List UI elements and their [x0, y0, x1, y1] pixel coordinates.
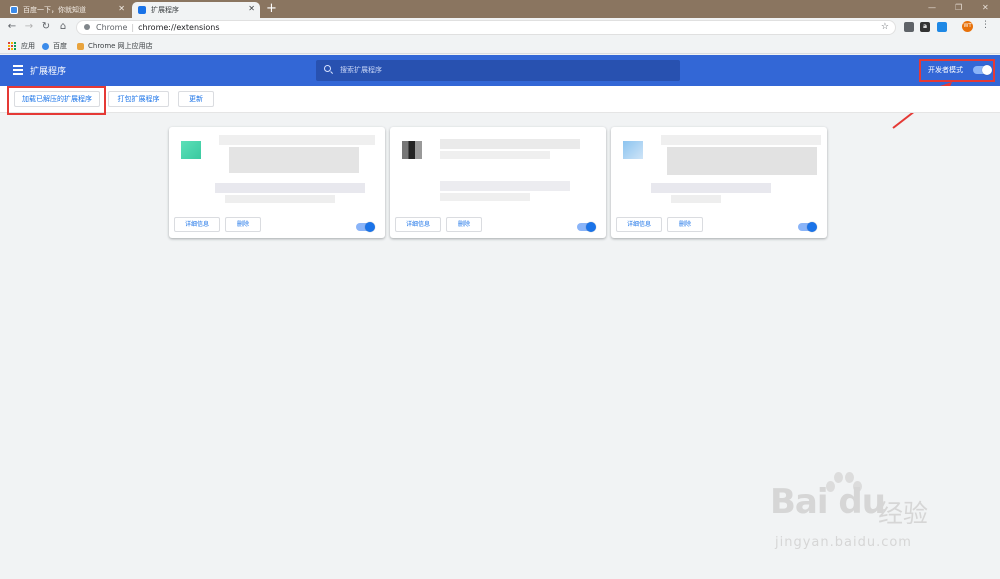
tab-close-icon[interactable]: ✕ [248, 5, 255, 13]
home-icon[interactable]: ⌂ [56, 20, 70, 34]
extensions-header: 扩展程序 开发者模式 [0, 55, 1000, 86]
search-box[interactable] [316, 60, 680, 81]
bookmark-apps[interactable]: 应用 [8, 41, 35, 51]
close-window-button[interactable]: ✕ [982, 3, 989, 12]
browser-titlebar: 百度一下，你就知道 ✕ 扩展程序 ✕ + — ❐ ✕ [0, 0, 1000, 18]
blurred-id [215, 183, 365, 193]
details-button[interactable]: 详细信息 [395, 217, 441, 232]
menu-hamburger-icon[interactable] [13, 65, 23, 75]
toggle-knob [365, 221, 375, 232]
apps-grid-icon [8, 42, 16, 50]
blurred-name [661, 135, 821, 145]
restore-button[interactable]: ❐ [955, 3, 962, 12]
blurred-id [671, 195, 721, 203]
address-bar[interactable]: Chrome | chrome://extensions ☆ [76, 20, 896, 35]
blurred-name [440, 139, 580, 149]
blurred-description [440, 151, 550, 159]
remove-button[interactable]: 删除 [667, 217, 703, 232]
extension-enable-toggle[interactable] [798, 221, 817, 232]
remove-button[interactable]: 删除 [446, 217, 482, 232]
bookmark-star-icon[interactable]: ☆ [881, 21, 889, 34]
extension-toolbar-icon[interactable]: a [920, 22, 930, 32]
extension-icon [623, 141, 643, 159]
baidu-favicon-icon [10, 6, 18, 14]
blurred-name [219, 135, 375, 145]
forward-arrow-icon[interactable]: → [22, 20, 36, 34]
extension-card: 详细信息 删除 [611, 127, 827, 238]
back-arrow-icon[interactable]: ← [5, 20, 19, 34]
extension-toolbar-icon[interactable] [937, 22, 947, 32]
pack-extension-button[interactable]: 打包扩展程序 [108, 91, 169, 107]
bookmark-label: 百度 [53, 42, 67, 50]
blurred-id [651, 183, 771, 193]
new-tab-button[interactable]: + [266, 2, 277, 16]
blurred-description [667, 147, 817, 175]
minimize-button[interactable]: — [928, 3, 936, 12]
extension-toolbar-icon[interactable] [904, 22, 914, 32]
puzzle-favicon-icon [138, 6, 146, 14]
search-icon [324, 65, 331, 72]
blurred-id [225, 195, 335, 203]
details-button[interactable]: 详细信息 [174, 217, 220, 232]
bookmark-label: 应用 [21, 42, 35, 50]
bookmark-baidu[interactable]: 百度 [42, 41, 67, 51]
profile-avatar[interactable]: WT [962, 21, 973, 32]
watermark-url: jingyan.baidu.com [775, 535, 912, 550]
blurred-id [440, 181, 570, 191]
blurred-id [440, 193, 530, 201]
remove-button[interactable]: 删除 [225, 217, 261, 232]
toggle-knob [807, 221, 817, 232]
extension-enable-toggle[interactable] [356, 221, 375, 232]
address-scheme: Chrome [96, 23, 128, 32]
more-menu-icon[interactable]: ⋮ [981, 20, 990, 30]
extension-card: 详细信息 删除 [169, 127, 385, 238]
blurred-description [229, 147, 359, 173]
address-url: chrome://extensions [138, 23, 220, 32]
toggle-knob [586, 221, 596, 232]
extension-enable-toggle[interactable] [577, 221, 596, 232]
browser-toolbar: ← → ↻ ⌂ Chrome | chrome://extensions ☆ a W… [0, 18, 1000, 38]
webstore-icon [77, 42, 84, 50]
tab-close-icon[interactable]: ✕ [118, 5, 125, 13]
details-button[interactable]: 详细信息 [616, 217, 662, 232]
bookmark-webstore[interactable]: Chrome 网上应用店 [77, 41, 153, 51]
baidu-paw-icon [42, 42, 49, 50]
watermark-cn: 经验 [878, 499, 929, 528]
extension-icon [181, 141, 201, 159]
tab-title: 扩展程序 [151, 6, 179, 14]
update-button[interactable]: 更新 [178, 91, 214, 107]
action-bar: 加载已解压的扩展程序 打包扩展程序 更新 [0, 86, 1000, 113]
tab-title: 百度一下，你就知道 [23, 6, 86, 14]
page-title: 扩展程序 [30, 67, 67, 77]
extension-card: 详细信息 删除 [390, 127, 606, 238]
bookmark-label: Chrome 网上应用店 [88, 42, 153, 50]
tab-baidu[interactable]: 百度一下，你就知道 ✕ [4, 2, 130, 18]
extension-icon [402, 141, 422, 159]
bookmarks-bar: 应用 百度 Chrome 网上应用店 [0, 38, 1000, 54]
page-info-icon[interactable] [84, 23, 90, 30]
tab-extensions[interactable]: 扩展程序 ✕ [132, 2, 260, 18]
address-separator: | [131, 23, 135, 32]
highlight-box-load-unpacked [7, 86, 106, 115]
reload-icon[interactable]: ↻ [39, 20, 53, 34]
highlight-box-dev-mode [919, 59, 995, 82]
search-input[interactable] [338, 64, 668, 76]
watermark-logo: Bai du [770, 482, 886, 522]
